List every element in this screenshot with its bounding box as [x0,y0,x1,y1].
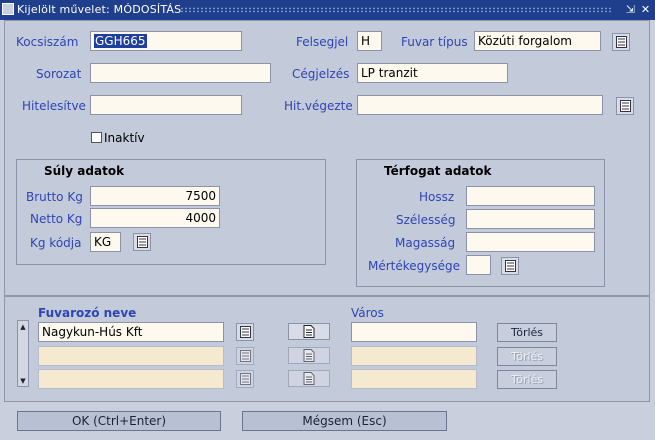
szelesseg-field[interactable] [466,209,595,229]
hitelesitve-label: Hitelesítve [22,99,86,113]
terfogat-title: Térfogat adatok [384,164,492,178]
suly-title: Súly adatok [44,164,125,178]
hossz-label: Hossz [419,190,455,204]
varos-field[interactable] [351,346,477,366]
kocsiszam-value: GGH665 [94,34,147,48]
varos-field[interactable] [351,322,477,342]
cegjelzes-label: Cégjelzés [292,67,350,81]
app-icon [2,3,14,15]
window-title: Kijelölt művelet: MÓDOSÍTÁS [17,3,182,16]
mertekegyseg-field[interactable] [466,255,491,275]
minimize-icon[interactable]: ⇲ [624,3,637,16]
close-icon[interactable]: ✕ [639,3,652,16]
list-icon [620,100,631,112]
netto-field[interactable]: 4000 [90,208,220,228]
brutto-label: Brutto Kg [26,190,83,204]
szelesseg-label: Szélesség [396,213,456,227]
detail-scrollbar[interactable]: ▲ ▼ [17,320,29,387]
mertekegyseg-label: Mértékegysége [368,259,461,273]
kg-kod-field[interactable]: KG [90,232,121,252]
magassag-label: Magasság [395,236,456,250]
brutto-field[interactable]: 7500 [90,186,220,206]
window-titlebar: Kijelölt művelet: MÓDOSÍTÁS ⇲ ✕ [0,0,655,20]
cancel-button[interactable]: Mégsem (Esc) [242,411,447,431]
document-button[interactable] [288,370,330,387]
fuvarozo-lov-button[interactable] [236,347,254,365]
fuvarozo-lov-button[interactable] [236,323,254,341]
fuvar-tipus-field[interactable]: Közúti forgalom [474,31,601,51]
fuvarozo-field[interactable]: Nagykun-Hús Kft [38,322,224,342]
document-icon [303,349,315,362]
list-icon [240,326,251,338]
kocsiszam-label: Kocsiszám [16,35,79,49]
fuvar-tipus-label: Fuvar típus [401,35,468,49]
sorozat-label: Sorozat [36,67,82,81]
varos-column-header: Város [351,306,384,320]
felsegjel-label: Felsegjel [296,35,349,49]
kg-kod-label: Kg kódja [30,236,82,250]
fuvarozo-column-header: Fuvarozó neve [38,306,137,320]
kocsiszam-field[interactable]: GGH665 [90,31,242,51]
titlebar-pattern [180,7,611,13]
list-icon [240,373,251,385]
sorozat-field[interactable] [90,63,271,83]
kg-kod-lov-button[interactable] [133,233,151,251]
list-icon [505,260,516,272]
inaktiv-label: Inaktív [104,131,145,145]
document-icon [303,325,315,338]
fuvarozo-field[interactable] [38,369,224,389]
list-icon [137,236,148,248]
fuvarozo-lov-button[interactable] [236,370,254,388]
cegjelzes-field[interactable]: LP tranzit [357,63,508,83]
document-button[interactable] [288,347,330,364]
list-icon [240,350,251,362]
list-icon [616,36,627,48]
delete-button[interactable]: Törlés [497,370,557,389]
scroll-up-icon[interactable]: ▲ [18,322,28,332]
scroll-down-icon[interactable]: ▼ [18,376,28,386]
delete-button[interactable]: Törlés [497,347,557,366]
fuvarozo-field[interactable] [38,346,224,366]
ok-button[interactable]: OK (Ctrl+Enter) [17,411,221,431]
hossz-field[interactable] [466,186,595,206]
felsegjel-field[interactable]: H [357,31,382,51]
mertekegyseg-lov-button[interactable] [501,257,519,275]
document-icon [303,372,315,385]
delete-button[interactable]: Törlés [497,323,557,342]
fuvar-tipus-lov-button[interactable] [612,33,630,51]
varos-field[interactable] [351,369,477,389]
hit-vegezte-label: Hit.végezte [284,99,353,113]
inaktiv-checkbox[interactable] [91,132,102,143]
hitelesitve-field[interactable] [90,95,242,115]
document-button[interactable] [288,323,330,340]
magassag-field[interactable] [466,232,595,252]
hit-vegezte-lov-button[interactable] [616,97,634,115]
hit-vegezte-field[interactable] [357,95,603,115]
netto-label: Netto Kg [30,212,83,226]
